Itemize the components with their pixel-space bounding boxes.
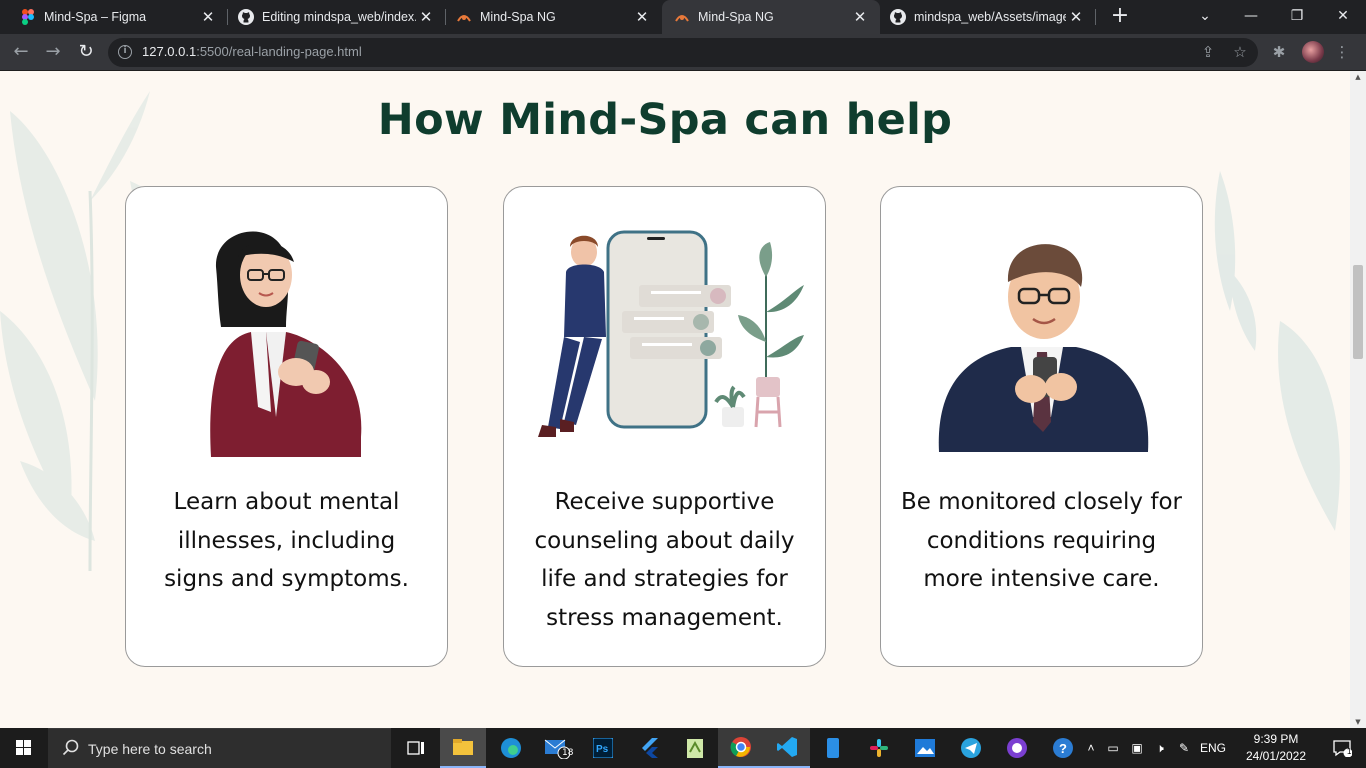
tab-github-assets[interactable]: mindspa_web/Assets/images ✕ [880,0,1096,34]
notepad-plus-icon[interactable] [672,728,718,768]
close-tab-icon[interactable]: ✕ [198,8,218,26]
scrollbar-thumb[interactable] [1353,265,1363,359]
volume-icon[interactable]: 🕨 [1148,741,1172,756]
github-icon [890,9,906,25]
photos-icon[interactable] [902,728,948,768]
help-icon[interactable]: ? [1040,728,1086,768]
tab-title: Mind-Spa – Figma [44,10,147,24]
figma-icon [20,9,36,25]
site-info-icon[interactable]: i [118,45,132,59]
svg-text:Ps: Ps [596,744,609,755]
help-card-counseling: Receive supportive counseling about dail… [503,186,826,667]
tab-figma[interactable]: Mind-Spa – Figma ✕ [0,0,228,34]
close-tab-icon[interactable]: ✕ [1066,8,1086,26]
photoshop-icon[interactable]: Ps [580,728,626,768]
tab-search-icon[interactable]: ⌄ [1182,0,1228,34]
search-icon [62,739,79,756]
menu-icon[interactable]: ⋮ [1332,42,1352,62]
telegram-icon[interactable] [948,728,994,768]
profile-avatar[interactable] [1302,41,1324,63]
close-tab-icon[interactable]: ✕ [850,8,870,26]
browser-toolbar: ← → ↻ i 127.0.0.1:5500/real-landing-page… [0,34,1366,71]
woman-leaning-on-phone-illustration [538,230,804,437]
new-tab-button[interactable]: + [1109,5,1131,27]
card-description: Be monitored closely for conditions requ… [901,489,1182,592]
tab-mindspa-1[interactable]: Mind-Spa NG ✕ [446,0,662,34]
tab-title: Mind-Spa NG [480,10,556,24]
browser-tab-strip: Mind-Spa – Figma ✕ Editing mindspa_web/i… [0,0,1366,34]
svg-text:?: ? [1059,741,1067,756]
pen-icon[interactable]: ✎ [1172,741,1196,755]
taskbar-search-box[interactable]: Type here to search [48,728,391,768]
site-icon [674,9,690,25]
chrome-icon[interactable] [718,728,764,768]
notification-center-icon[interactable]: 1 [1322,728,1362,768]
background-leaves-right [1214,171,1340,531]
windows-taskbar: Type here to search 18 Ps ? ˄ ▭ ▣ 🕨 ✎ EN… [0,728,1366,768]
tab-title: Mind-Spa NG [698,10,774,24]
windows-start-icon[interactable] [0,728,48,768]
clock[interactable]: 9:39 PM 24/01/2022 [1236,731,1316,765]
minimize-icon[interactable]: — [1228,0,1274,34]
card-description: Learn about mental illnesses, including … [164,489,409,592]
restore-icon[interactable]: ❐ [1274,0,1320,34]
clock-date: 24/01/2022 [1245,749,1307,763]
scroll-up-icon[interactable]: ▲ [1353,73,1363,81]
page-scrollbar[interactable]: ▲ ▼ [1350,71,1366,728]
meet-now-icon[interactable]: ▣ [1126,741,1148,755]
file-explorer-icon[interactable] [440,728,486,768]
url-text: 127.0.0.1:5500/real-landing-page.html [142,44,362,59]
battery-icon[interactable]: ▭ [1100,741,1126,755]
close-tab-icon[interactable]: ✕ [416,8,436,26]
flutter-icon[interactable] [626,728,672,768]
help-card-monitored: Be monitored closely for conditions requ… [880,186,1203,667]
address-bar[interactable]: i 127.0.0.1:5500/real-landing-page.html … [108,38,1258,67]
edge-icon[interactable] [488,728,534,768]
bookmark-star-icon[interactable]: ☆ [1230,42,1250,62]
scroll-down-icon[interactable]: ▼ [1353,718,1363,726]
page-viewport: How Mind-Spa can help Learn about mental… [0,71,1350,728]
mail-badge: 18 [562,748,574,758]
woman-with-phone-illustration [210,231,362,457]
extensions-icon[interactable]: ✱ [1269,42,1289,62]
tab-title: Editing mindspa_web/index.h [262,10,416,24]
close-tab-icon[interactable]: ✕ [632,8,652,26]
site-icon [456,9,472,25]
reload-icon[interactable]: ↻ [74,40,98,64]
show-hidden-icons-chevron-icon[interactable]: ˄ [1082,741,1100,755]
card-description: Receive supportive counseling about dail… [534,489,795,631]
help-card-learn: Learn about mental illnesses, including … [125,186,448,667]
search-placeholder: Type here to search [88,741,212,757]
github-desktop-icon[interactable] [994,728,1040,768]
task-view-icon[interactable] [393,728,439,768]
clock-time: 9:39 PM [1253,732,1299,746]
tab-title: mindspa_web/Assets/images [914,10,1066,24]
tab-github-editing[interactable]: Editing mindspa_web/index.h ✕ [228,0,446,34]
slack-icon[interactable] [856,728,902,768]
system-tray: ˄ ▭ ▣ 🕨 ✎ ENG [1082,728,1230,768]
section-title: How Mind-Spa can help [377,95,953,145]
close-window-icon[interactable]: ✕ [1320,0,1366,34]
mail-icon[interactable]: 18 [534,728,580,768]
vscode-icon[interactable] [764,728,810,768]
man-with-phone-illustration [938,244,1149,452]
notification-count: 1 [1347,747,1352,756]
language-indicator[interactable]: ENG [1196,741,1230,755]
forward-icon[interactable]: → [41,40,65,64]
tab-mindspa-active[interactable]: Mind-Spa NG ✕ [662,0,880,34]
phone-link-icon[interactable] [810,728,856,768]
github-icon [238,9,254,25]
share-icon[interactable]: ⇪ [1198,42,1218,62]
back-icon[interactable]: ← [9,40,33,64]
